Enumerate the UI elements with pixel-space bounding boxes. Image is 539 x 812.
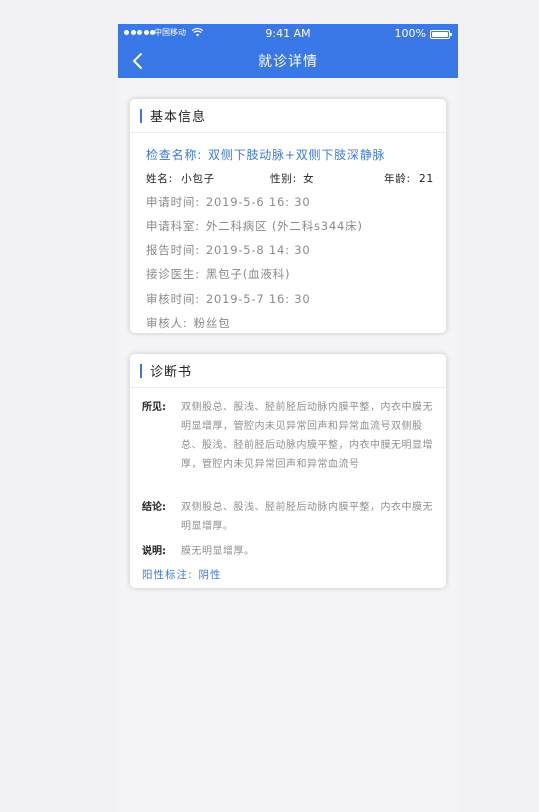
findings-text: 双侧股总、股浅、胫前胫后动脉内膜平整，内衣中膜无明显增厚，管腔内未见异常回声和异…	[181, 402, 433, 470]
phone-screen: 中国移动 9:41 AM 100% 就诊详情 基本信息 检查名称: 双侧下肢动脉+…	[118, 24, 458, 812]
diagnosis-title: 诊断书	[150, 365, 193, 380]
accent-bar	[140, 108, 142, 123]
findings-label: 所见:	[142, 402, 166, 413]
note-block: 说明: 膜无明显增厚。	[142, 542, 436, 561]
report-time-row: 报告时间: 2019-5-8 14: 30	[146, 243, 311, 257]
patient-name: 姓名: 小包子	[146, 173, 215, 185]
apply-time-row: 申请时间: 2019-5-6 16: 30	[146, 195, 311, 209]
doctor-row: 接诊医生: 黑包子(血液科)	[146, 267, 291, 281]
accent-bar	[140, 363, 142, 378]
basic-info-card: 基本信息 检查名称: 双侧下肢动脉+双侧下肢深静脉 姓名: 小包子 性别: 女 年…	[130, 99, 446, 333]
basic-info-header: 基本信息	[130, 99, 446, 133]
check-name-label: 检查名称:	[146, 148, 203, 162]
diagnosis-card: 诊断书 所见: 双侧股总、股浅、胫前胫后动脉内膜平整，内衣中膜无明显增厚，管腔内…	[130, 354, 446, 588]
review-time-row: 审核时间: 2019-5-7 16: 30	[146, 292, 311, 306]
patient-gender: 性别: 女	[270, 173, 315, 185]
page-title: 就诊详情	[258, 54, 318, 70]
check-name-value: 双侧下肢动脉+双侧下肢深静脉	[208, 148, 386, 162]
nav-header: 中国移动 9:41 AM 100% 就诊详情	[118, 24, 458, 78]
battery-percent: 100%	[394, 27, 426, 40]
note-label: 说明:	[142, 546, 166, 557]
note-text: 膜无明显增厚。	[181, 546, 255, 557]
conclusion-label: 结论:	[142, 502, 166, 513]
findings-block: 所见: 双侧股总、股浅、胫前胫后动脉内膜平整，内衣中膜无明显增厚，管腔内未见异常…	[142, 398, 436, 474]
positive-mark-label: 阳性标注:	[142, 569, 193, 581]
conclusion-text: 双侧股总、股浅、胫前胫后动脉内膜平整，内衣中膜无明显增厚。	[181, 502, 433, 532]
patient-age: 年龄: 21	[383, 173, 434, 185]
positive-mark-value: 阴性	[198, 569, 222, 581]
apply-dept-row: 申请科室: 外二科病区 (外二科s344床)	[146, 219, 363, 233]
diagnosis-header: 诊断书	[130, 354, 446, 388]
reviewer-row: 审核人: 粉丝包	[146, 316, 231, 330]
conclusion-block: 结论: 双侧股总、股浅、胫前胫后动脉内膜平整，内衣中膜无明显增厚。	[142, 498, 436, 536]
status-bar: 中国移动 9:41 AM 100%	[118, 24, 458, 44]
battery-icon	[430, 30, 452, 39]
positive-mark-row: 阳性标注: 阴性	[142, 567, 222, 582]
check-name-row: 检查名称: 双侧下肢动脉+双侧下肢深静脉	[146, 146, 434, 163]
basic-info-title: 基本信息	[150, 110, 207, 125]
